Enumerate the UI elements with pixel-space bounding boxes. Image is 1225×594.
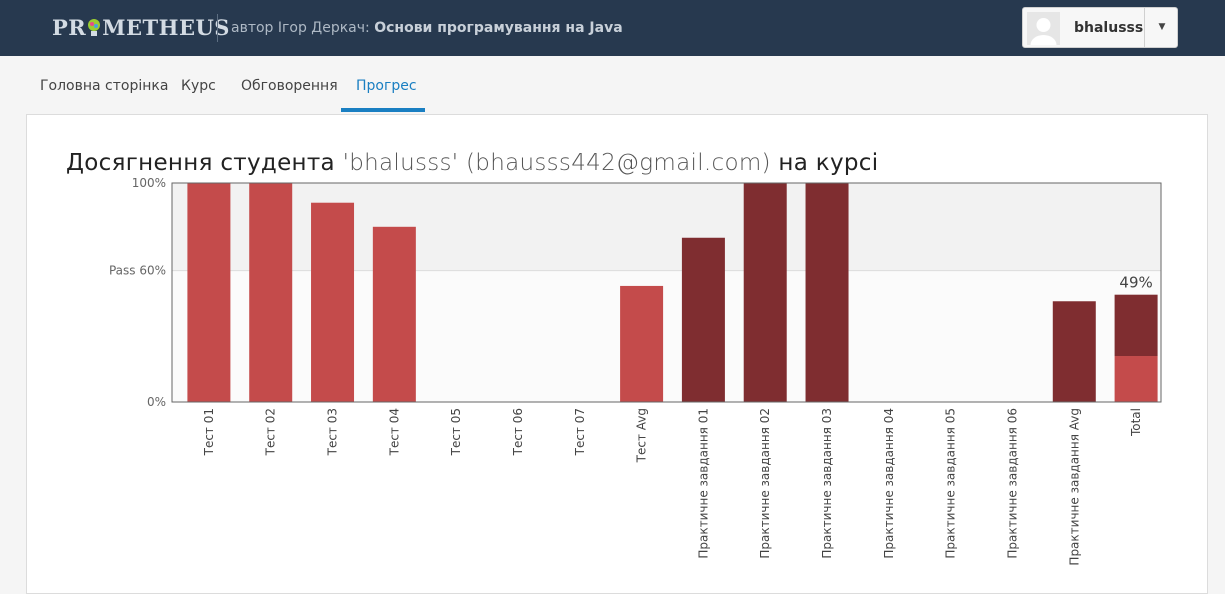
x-tick-label: Total xyxy=(1129,408,1143,437)
x-tick-label: Тест 05 xyxy=(449,408,463,456)
x-tick-label: Практичне завдання 01 xyxy=(696,408,710,559)
x-tick-label: Практичне завдання Avg xyxy=(1067,408,1081,566)
bar xyxy=(1052,301,1096,402)
x-tick-label: Практичне завдання 05 xyxy=(944,408,958,559)
y-tick-label: 0% xyxy=(147,395,166,409)
x-tick-label: Тест Avg xyxy=(635,408,649,463)
bar xyxy=(249,183,293,402)
bar xyxy=(1114,294,1158,357)
bar xyxy=(681,237,725,402)
x-tick-label: Тест 03 xyxy=(326,408,340,456)
bar xyxy=(620,285,664,402)
x-tick-label: Тест 06 xyxy=(511,408,525,456)
bar xyxy=(311,202,355,402)
x-tick-label: Практичне завдання 04 xyxy=(882,408,896,559)
bar xyxy=(743,183,787,402)
x-tick-label: Практичне завдання 03 xyxy=(820,408,834,559)
bar xyxy=(372,226,416,402)
progress-chart: 100% Pass 60% 0% Тест 01 Тест 02 Тест 03 Тест … xyxy=(109,176,1162,566)
total-value-label: 49% xyxy=(1119,274,1152,292)
x-tick-label: Тест 01 xyxy=(202,408,216,456)
bar xyxy=(187,183,231,402)
x-tick-label: Тест 07 xyxy=(573,408,587,456)
x-tick-label: Тест 02 xyxy=(264,408,278,456)
bar xyxy=(805,183,849,402)
y-tick-label: 100% xyxy=(132,176,166,190)
x-tick-label: Практичне завдання 06 xyxy=(1005,408,1019,559)
x-tick-label: Практичне завдання 02 xyxy=(758,408,772,559)
y-tick-label: Pass 60% xyxy=(109,264,166,278)
x-tick-label: Тест 04 xyxy=(387,408,401,456)
bar xyxy=(1114,356,1158,402)
